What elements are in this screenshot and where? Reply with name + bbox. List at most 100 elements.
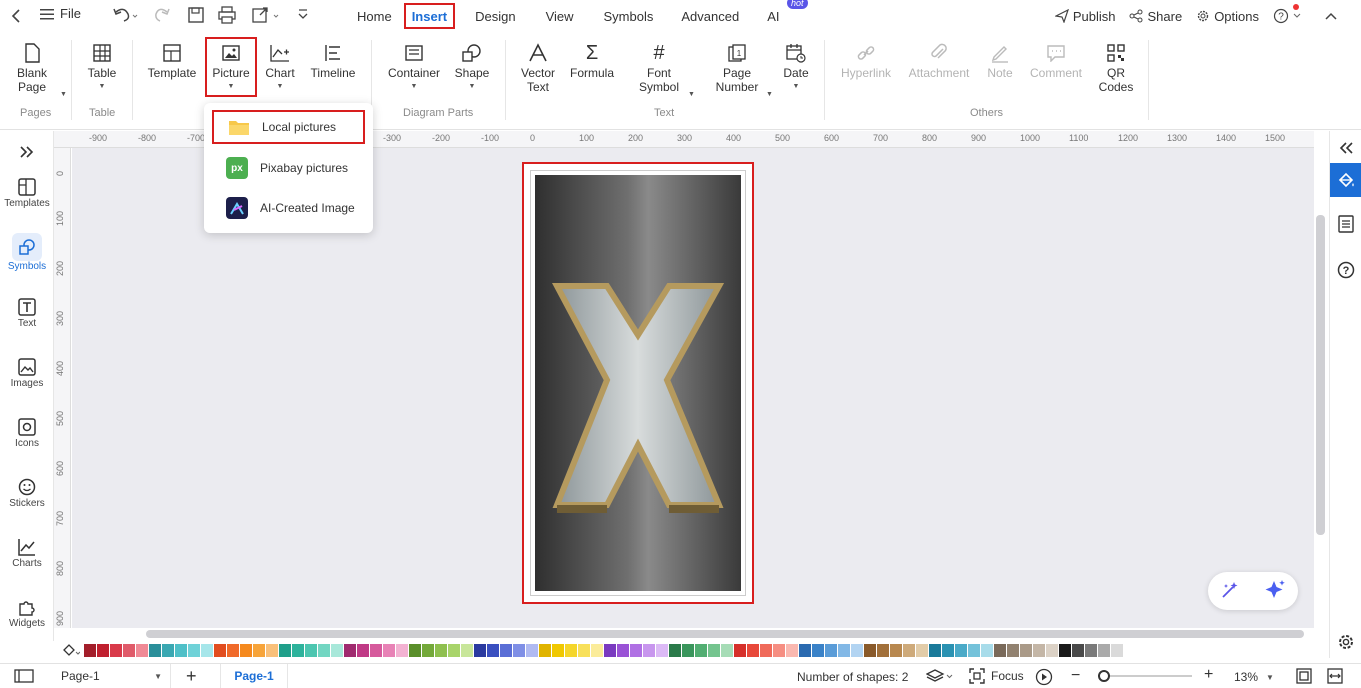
color-swatch[interactable]: [188, 643, 200, 657]
comment-button[interactable]: Comment: [1026, 40, 1086, 80]
color-swatch[interactable]: [799, 643, 811, 657]
date-button[interactable]: Date ▼: [781, 40, 811, 94]
color-swatch[interactable]: [1059, 643, 1071, 657]
color-swatch[interactable]: [708, 643, 720, 657]
help-panel-button[interactable]: ?: [1330, 253, 1361, 287]
color-swatch[interactable]: [1007, 643, 1019, 657]
formula-button[interactable]: Σ Formula: [567, 40, 617, 80]
menu-item-ai-created-image[interactable]: AI-Created Image: [212, 191, 365, 225]
more-icon[interactable]: [297, 8, 309, 25]
color-swatch[interactable]: [292, 643, 304, 657]
toggle-panel-icon[interactable]: [14, 669, 34, 686]
add-page-icon[interactable]: +: [186, 666, 197, 687]
color-swatch[interactable]: [682, 643, 694, 657]
color-swatch[interactable]: [864, 643, 876, 657]
color-swatch[interactable]: [396, 643, 408, 657]
color-swatch[interactable]: [1085, 643, 1097, 657]
color-swatch[interactable]: [84, 643, 96, 657]
note-button[interactable]: Note: [984, 40, 1016, 80]
style-panel-button[interactable]: [1330, 163, 1361, 197]
ai-magic-wand-icon[interactable]: [1220, 580, 1240, 603]
chart-button[interactable]: Chart ▼: [262, 40, 298, 94]
color-swatch[interactable]: [240, 643, 252, 657]
color-swatch[interactable]: [526, 643, 538, 657]
menu-item-local-pictures[interactable]: Local pictures: [212, 110, 365, 144]
hyperlink-button[interactable]: Hyperlink: [838, 40, 894, 80]
color-swatch[interactable]: [487, 643, 499, 657]
color-swatch[interactable]: [747, 643, 759, 657]
sidebar-item-charts[interactable]: Charts: [0, 536, 54, 569]
fit-width-icon[interactable]: [1327, 668, 1343, 687]
color-swatch[interactable]: [500, 643, 512, 657]
color-swatch[interactable]: [786, 643, 798, 657]
sidebar-item-templates[interactable]: Templates: [0, 176, 54, 209]
file-menu[interactable]: File: [40, 6, 81, 21]
color-swatch[interactable]: [383, 643, 395, 657]
page-panel-button[interactable]: [1330, 207, 1361, 241]
publish-button[interactable]: Publish: [1051, 9, 1120, 24]
shape-button[interactable]: Shape ▼: [454, 40, 490, 94]
color-swatch[interactable]: [305, 643, 317, 657]
color-swatch[interactable]: [721, 643, 733, 657]
color-swatch[interactable]: [357, 643, 369, 657]
color-swatch[interactable]: [539, 643, 551, 657]
color-swatch[interactable]: [643, 643, 655, 657]
container-button[interactable]: Container ▼: [386, 40, 442, 94]
color-swatch[interactable]: [994, 643, 1006, 657]
page-tab-active[interactable]: Page-1: [220, 664, 288, 688]
color-swatch[interactable]: [565, 643, 577, 657]
color-swatch[interactable]: [175, 643, 187, 657]
color-swatch[interactable]: [266, 643, 278, 657]
page-select[interactable]: Page-1 ▼: [53, 664, 171, 688]
color-swatch[interactable]: [656, 643, 668, 657]
color-swatch[interactable]: [903, 643, 915, 657]
color-swatch[interactable]: [851, 643, 863, 657]
tab-home[interactable]: Home: [345, 3, 404, 29]
vertical-scrollbar[interactable]: [1316, 215, 1325, 535]
tab-ai[interactable]: AI hot: [755, 0, 808, 29]
color-swatch[interactable]: [604, 643, 616, 657]
tab-advanced[interactable]: Advanced: [669, 3, 751, 29]
play-icon[interactable]: [1035, 668, 1053, 688]
color-swatch[interactable]: [617, 643, 629, 657]
zoom-select[interactable]: 13% ▼: [1234, 670, 1274, 684]
zoom-out-icon[interactable]: −: [1071, 667, 1080, 685]
color-swatch[interactable]: [227, 643, 239, 657]
zoom-slider-handle[interactable]: [1098, 670, 1110, 682]
color-swatch[interactable]: [838, 643, 850, 657]
color-swatch[interactable]: [448, 643, 460, 657]
color-swatch[interactable]: [1033, 643, 1045, 657]
color-swatch[interactable]: [253, 643, 265, 657]
color-swatch[interactable]: [110, 643, 122, 657]
share-button[interactable]: Share: [1125, 9, 1186, 24]
color-swatch[interactable]: [370, 643, 382, 657]
color-swatch[interactable]: [591, 643, 603, 657]
timeline-button[interactable]: Timeline: [308, 40, 358, 80]
color-swatch[interactable]: [214, 643, 226, 657]
tab-design[interactable]: Design: [463, 3, 527, 29]
color-swatch[interactable]: [409, 643, 421, 657]
layers-icon[interactable]: [925, 668, 954, 687]
color-swatch[interactable]: [955, 643, 967, 657]
tab-insert[interactable]: Insert: [403, 3, 456, 29]
menu-item-pixabay-pictures[interactable]: px Pixabay pictures: [212, 151, 365, 185]
fill-bucket-icon[interactable]: [62, 643, 84, 657]
collapse-ribbon-icon[interactable]: [1321, 12, 1341, 20]
horizontal-scrollbar[interactable]: [146, 630, 1304, 638]
blank-page-button[interactable]: Blank Page ▼: [14, 40, 67, 98]
color-swatch[interactable]: [812, 643, 824, 657]
zoom-slider-track[interactable]: [1098, 675, 1192, 677]
help-button[interactable]: ?: [1269, 4, 1305, 24]
color-swatch[interactable]: [1046, 643, 1058, 657]
color-swatch[interactable]: [344, 643, 356, 657]
color-swatch[interactable]: [474, 643, 486, 657]
attachment-button[interactable]: Attachment: [904, 40, 974, 80]
color-swatch[interactable]: [890, 643, 902, 657]
color-swatch[interactable]: [331, 643, 343, 657]
color-swatch[interactable]: [123, 643, 135, 657]
color-swatch[interactable]: [422, 643, 434, 657]
color-swatch[interactable]: [773, 643, 785, 657]
color-swatch[interactable]: [461, 643, 473, 657]
fit-page-icon[interactable]: [1296, 668, 1312, 687]
color-swatch[interactable]: [435, 643, 447, 657]
